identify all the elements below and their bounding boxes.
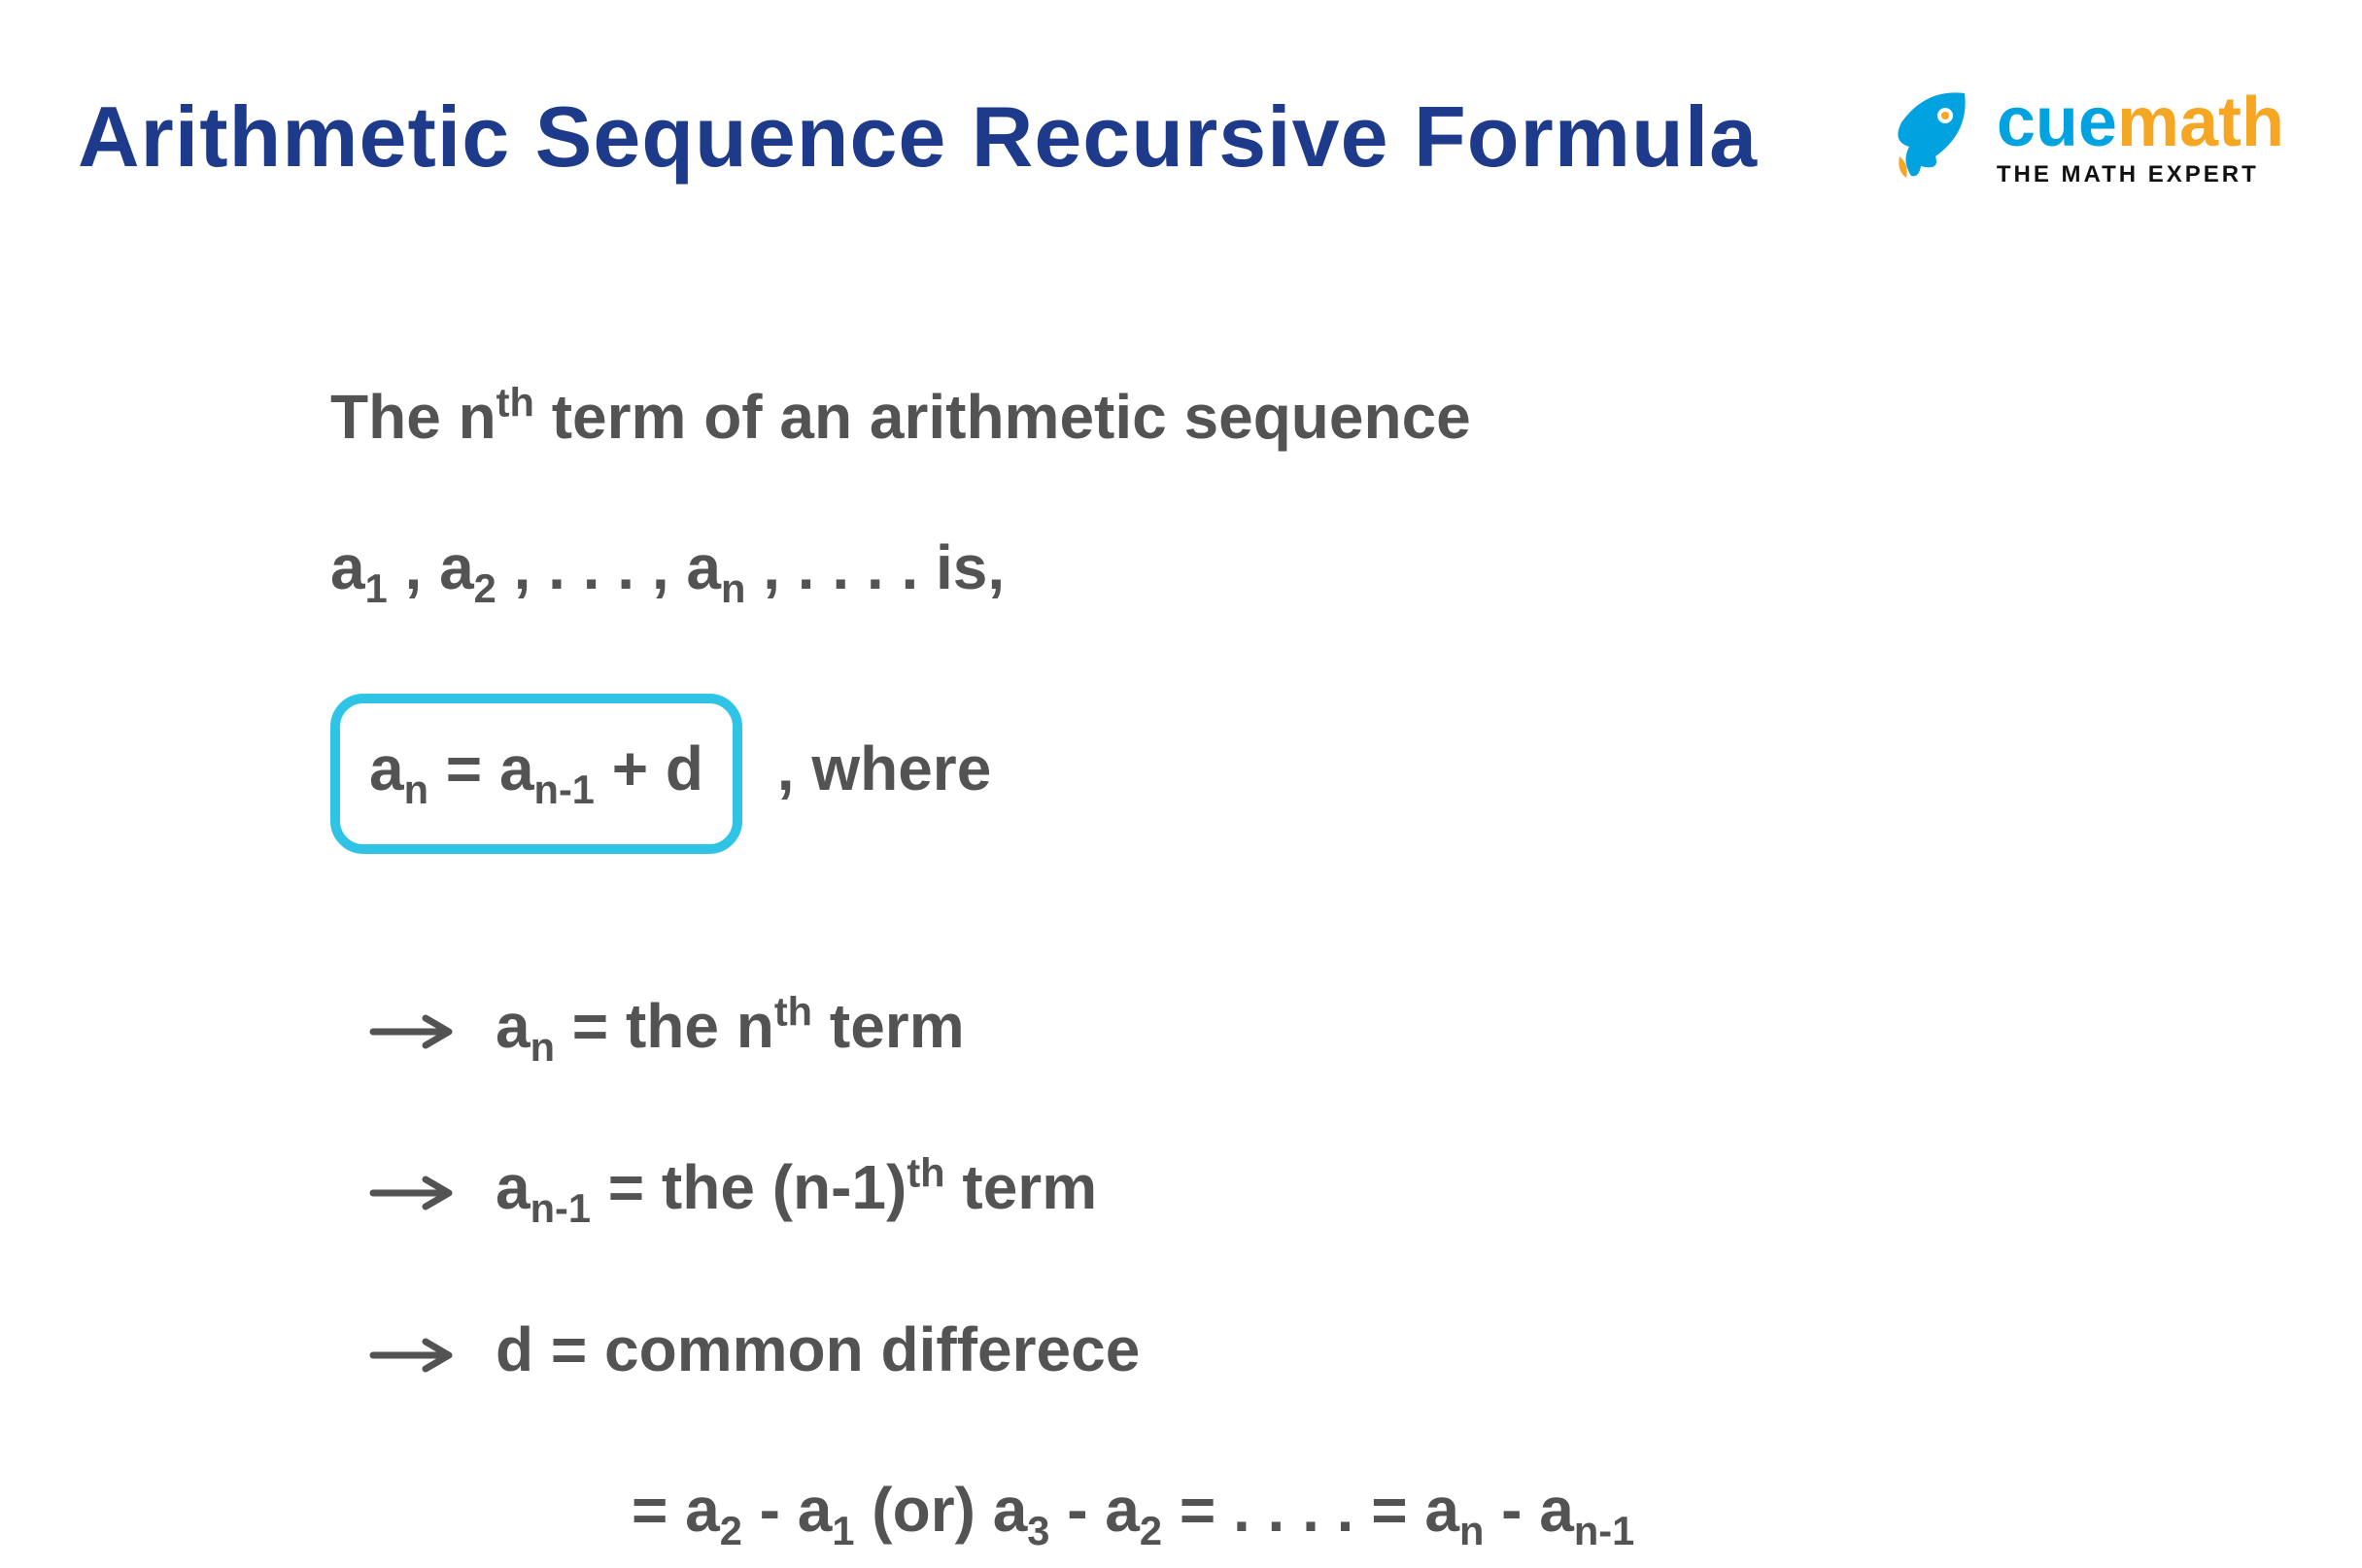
seq-a1-a: a <box>330 532 365 602</box>
formula-eq: = <box>428 733 499 803</box>
where: , where <box>777 733 992 803</box>
d-an-a: a <box>1424 1475 1459 1545</box>
logo-cue: cue <box>1997 87 2117 157</box>
def-d-expansion: = a2 - a1 (or) a3 - a2 = . . . . = an - … <box>369 1454 2362 1568</box>
def-an: an = the nth term <box>369 971 2362 1084</box>
d-dots: = . . . . = <box>1162 1475 1424 1545</box>
seq-an-a: a <box>686 532 721 602</box>
definitions: an = the nth term an-1 = the (n-1)th ter… <box>330 971 2362 1568</box>
d-a2b-a: a <box>1105 1475 1140 1545</box>
logo-math: math <box>2117 87 2284 157</box>
header: Arithmetic Sequence Recursive Formula cu… <box>0 0 2362 187</box>
def1-a: a <box>496 991 531 1061</box>
formula-a: a <box>369 733 404 803</box>
brand-logo: cue math THE MATH EXPERT <box>1882 87 2284 187</box>
formula-sub-nm1: n-1 <box>534 767 595 812</box>
d-or: (or) <box>855 1475 993 1545</box>
logo-tagline: THE MATH EXPERT <box>1997 163 2284 187</box>
rocket-icon <box>1882 88 1979 186</box>
d-a2b-s: 2 <box>1140 1508 1162 1553</box>
d-an-s: n <box>1459 1508 1484 1553</box>
seq-a1-s: 1 <box>365 565 388 611</box>
def-anm1: an-1 = the (n-1)th term <box>369 1132 2362 1245</box>
d-m1: - <box>742 1475 798 1545</box>
intro-sup: th <box>496 380 534 426</box>
def1-text: an = the nth term <box>496 971 965 1084</box>
d-m2: - <box>1049 1475 1105 1545</box>
d-a1-s: 1 <box>832 1508 854 1553</box>
d-a1-a: a <box>798 1475 833 1545</box>
def2-sup: th <box>907 1150 944 1196</box>
d-a2-a: a <box>685 1475 720 1545</box>
page-title: Arithmetic Sequence Recursive Formula <box>78 87 1758 187</box>
def1-sub: n <box>531 1023 555 1069</box>
intro-line: The nth term of an arithmetic sequence <box>330 361 2362 473</box>
formula-line: an = an-1 + d , where <box>330 694 2362 854</box>
logo-text: cue math THE MATH EXPERT <box>1997 87 2284 187</box>
formula-plus-d: + d <box>595 733 703 803</box>
sequence-line: a1 , a2 , . . . , an , . . . . is, <box>330 512 2362 626</box>
d-eq: = <box>632 1475 685 1545</box>
formula-box: an = an-1 + d <box>330 694 742 854</box>
def2-sub: n-1 <box>531 1185 591 1231</box>
intro-pre: The n <box>330 382 496 452</box>
logo-brand: cue math <box>1997 87 2284 157</box>
arrow-icon <box>369 1308 457 1406</box>
def2-eq: = the (n-1) <box>591 1152 907 1222</box>
d-anm1-s: n-1 <box>1574 1508 1634 1553</box>
formula-sub-n: n <box>404 767 428 812</box>
def2-text: an-1 = the (n-1)th term <box>496 1132 1097 1245</box>
d-a2-s: 2 <box>720 1508 742 1553</box>
def-d: d = common differece <box>369 1294 2362 1406</box>
seq-c2: , . . . , <box>496 532 687 602</box>
def1-post: term <box>812 991 965 1061</box>
seq-a2-s: 2 <box>474 565 496 611</box>
arrow-icon <box>369 1145 457 1244</box>
seq-a2-a: a <box>439 532 474 602</box>
d-a3-s: 3 <box>1027 1508 1049 1553</box>
def2-post: term <box>945 1152 1098 1222</box>
seq-c1: , <box>388 532 439 602</box>
d-a3-a: a <box>993 1475 1028 1545</box>
def3-text: d = common differece <box>496 1294 1140 1406</box>
seq-c3: , . . . . is, <box>745 532 1005 602</box>
def3-lhs: d <box>496 1314 533 1384</box>
content: The nth term of an arithmetic sequence a… <box>0 187 2362 1568</box>
arrow-icon <box>369 984 457 1082</box>
def3-eq: = common differece <box>533 1314 1140 1384</box>
intro-post: term of an arithmetic sequence <box>534 382 1471 452</box>
def2-a: a <box>496 1152 531 1222</box>
def1-sup: th <box>774 988 812 1034</box>
d-m3: - <box>1484 1475 1539 1545</box>
seq-an-s: n <box>721 565 745 611</box>
formula-a2: a <box>499 733 534 803</box>
def1-eq: = the n <box>555 991 774 1061</box>
d-anm1-a: a <box>1539 1475 1574 1545</box>
